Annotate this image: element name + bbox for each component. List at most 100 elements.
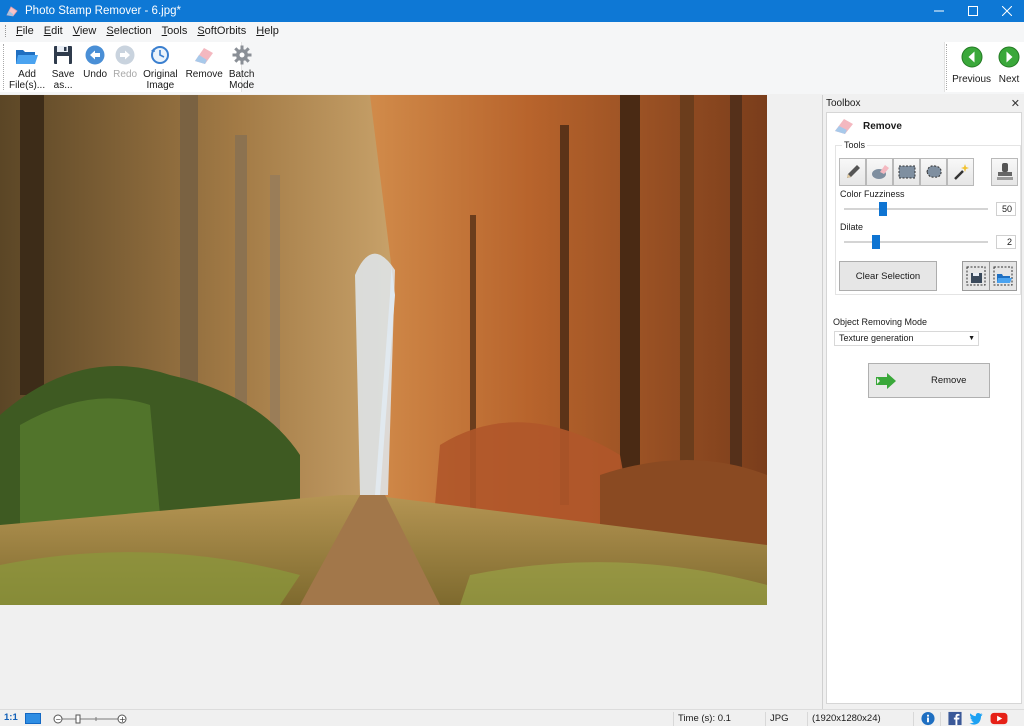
window-title: Photo Stamp Remover - 6.jpg*	[25, 5, 181, 17]
close-button[interactable]	[990, 0, 1024, 22]
toolbar-nav-group: Previous Next	[944, 42, 1024, 92]
original-image-button[interactable]: Original Image	[140, 42, 180, 91]
main-toolbar: Add File(s)... Save as... Undo Redo Orig…	[0, 40, 1024, 94]
open-folder-icon	[15, 43, 39, 67]
eraser-tool-button[interactable]	[866, 158, 893, 186]
lasso-tool-button[interactable]	[920, 158, 947, 186]
status-divider	[940, 712, 941, 726]
title-bar: Photo Stamp Remover - 6.jpg*	[0, 0, 1024, 22]
toolbox-title: Toolbox	[826, 98, 861, 109]
load-mask-icon	[993, 266, 1013, 286]
undo-icon	[83, 43, 107, 67]
menu-view[interactable]: View	[68, 25, 102, 37]
original-image-label: Original Image	[143, 69, 178, 91]
zoom-1-1-button[interactable]: 1:1	[4, 712, 18, 723]
save-as-label: Save as...	[51, 69, 75, 91]
arrow-right-icon	[997, 45, 1021, 69]
menu-selection[interactable]: Selection	[101, 25, 156, 37]
status-bar: 1:1 − + Time (s): 0.1 JPG (1920x1280x24)	[0, 709, 1024, 726]
minimize-button[interactable]	[922, 0, 956, 22]
zoom-slider[interactable]: − +	[52, 713, 128, 725]
gear-icon	[230, 43, 254, 67]
fit-to-window-icon[interactable]	[25, 713, 41, 724]
undo-button[interactable]: Undo	[80, 42, 110, 80]
remove-button[interactable]: Remove	[868, 363, 990, 398]
status-divider	[913, 712, 914, 726]
maximize-icon	[968, 6, 978, 16]
arrow-left-icon	[960, 45, 984, 69]
pencil-icon	[846, 165, 860, 178]
magic-wand-icon	[953, 164, 969, 180]
status-format: JPG	[765, 712, 807, 726]
image-canvas[interactable]	[0, 95, 821, 709]
menu-bar: File Edit View Selection Tools SoftOrbit…	[0, 22, 1024, 40]
stamp-tool-button[interactable]	[991, 158, 1018, 186]
facebook-icon[interactable]	[947, 711, 963, 726]
app-icon	[6, 6, 18, 17]
object-removing-mode-select[interactable]: Texture generation ▼	[834, 331, 979, 346]
stamp-icon	[996, 163, 1013, 180]
lasso-icon	[925, 165, 942, 178]
forest-path-photo[interactable]	[0, 95, 767, 605]
eraser-icon	[192, 43, 216, 67]
batch-mode-button[interactable]: Batch Mode	[226, 42, 258, 91]
remove-toolbar-label: Remove	[185, 69, 223, 80]
toolbar-grip	[3, 44, 4, 90]
tool-buttons-row	[839, 158, 1018, 186]
menubar-grip	[5, 25, 8, 37]
menu-tools[interactable]: Tools	[157, 25, 193, 37]
previous-label: Previous	[952, 74, 991, 85]
clear-selection-button[interactable]: Clear Selection	[839, 261, 937, 291]
toolbox-panel: Toolbox ✕ Remove Tools Color Fuzziness 5…	[822, 95, 1024, 709]
svg-text:−: −	[56, 716, 62, 724]
dilate-thumb[interactable]	[871, 235, 880, 249]
eraser-icon	[835, 119, 853, 134]
status-dimensions: (1920x1280x24)	[807, 712, 913, 726]
dilate-slider[interactable]	[844, 235, 988, 249]
twitter-icon[interactable]	[968, 711, 984, 726]
add-files-label: Add File(s)...	[9, 69, 46, 91]
minimize-icon	[934, 10, 944, 12]
remove-section-label: Remove	[863, 120, 902, 132]
remove-section-title: Remove	[833, 117, 902, 135]
load-mask-button[interactable]	[989, 261, 1017, 291]
object-removing-mode-label: Object Removing Mode	[833, 317, 928, 327]
pencil-tool-button[interactable]	[839, 158, 866, 186]
remove-button-label: Remove	[931, 375, 967, 386]
info-icon[interactable]	[920, 711, 936, 726]
next-button[interactable]: Next	[994, 42, 1024, 85]
menu-help[interactable]: Help	[251, 25, 284, 37]
redo-button[interactable]: Redo	[110, 42, 140, 80]
dilate-label: Dilate	[840, 222, 864, 232]
close-icon	[1002, 6, 1012, 16]
tools-group: Tools Color Fuzziness 50 Dilate 2 Clear …	[835, 140, 1021, 295]
green-arrow-icon	[876, 372, 896, 389]
color-fuzziness-thumb[interactable]	[878, 202, 887, 216]
save-mask-icon	[966, 266, 986, 286]
previous-button[interactable]: Previous	[949, 42, 994, 85]
add-files-button[interactable]: Add File(s)...	[6, 42, 48, 91]
svg-text:+: +	[119, 715, 126, 724]
remove-toolbar-button[interactable]: Remove	[183, 42, 226, 80]
color-fuzziness-slider[interactable]	[844, 202, 988, 216]
save-mask-button[interactable]	[962, 261, 990, 291]
toolbox-content: Remove Tools Color Fuzziness 50 Dilate 2…	[826, 112, 1022, 704]
history-icon	[148, 43, 172, 67]
menu-softorbits[interactable]: SoftOrbits	[192, 25, 251, 37]
color-fuzziness-label: Color Fuzziness	[840, 189, 905, 199]
brush-eraser-icon	[871, 165, 889, 179]
youtube-icon[interactable]	[989, 711, 1009, 726]
save-icon	[51, 43, 75, 67]
menu-file[interactable]: File	[11, 25, 39, 37]
dilate-value[interactable]: 2	[996, 235, 1016, 249]
maximize-button[interactable]	[956, 0, 990, 22]
color-fuzziness-value[interactable]: 50	[996, 202, 1016, 216]
undo-label: Undo	[83, 69, 108, 80]
toolbox-close-icon[interactable]: ✕	[1011, 97, 1020, 110]
tools-legend: Tools	[842, 140, 868, 150]
menu-edit[interactable]: Edit	[39, 25, 68, 37]
save-as-button[interactable]: Save as...	[48, 42, 78, 91]
redo-icon	[113, 43, 137, 67]
rect-select-tool-button[interactable]	[893, 158, 920, 186]
magic-wand-tool-button[interactable]	[947, 158, 974, 186]
